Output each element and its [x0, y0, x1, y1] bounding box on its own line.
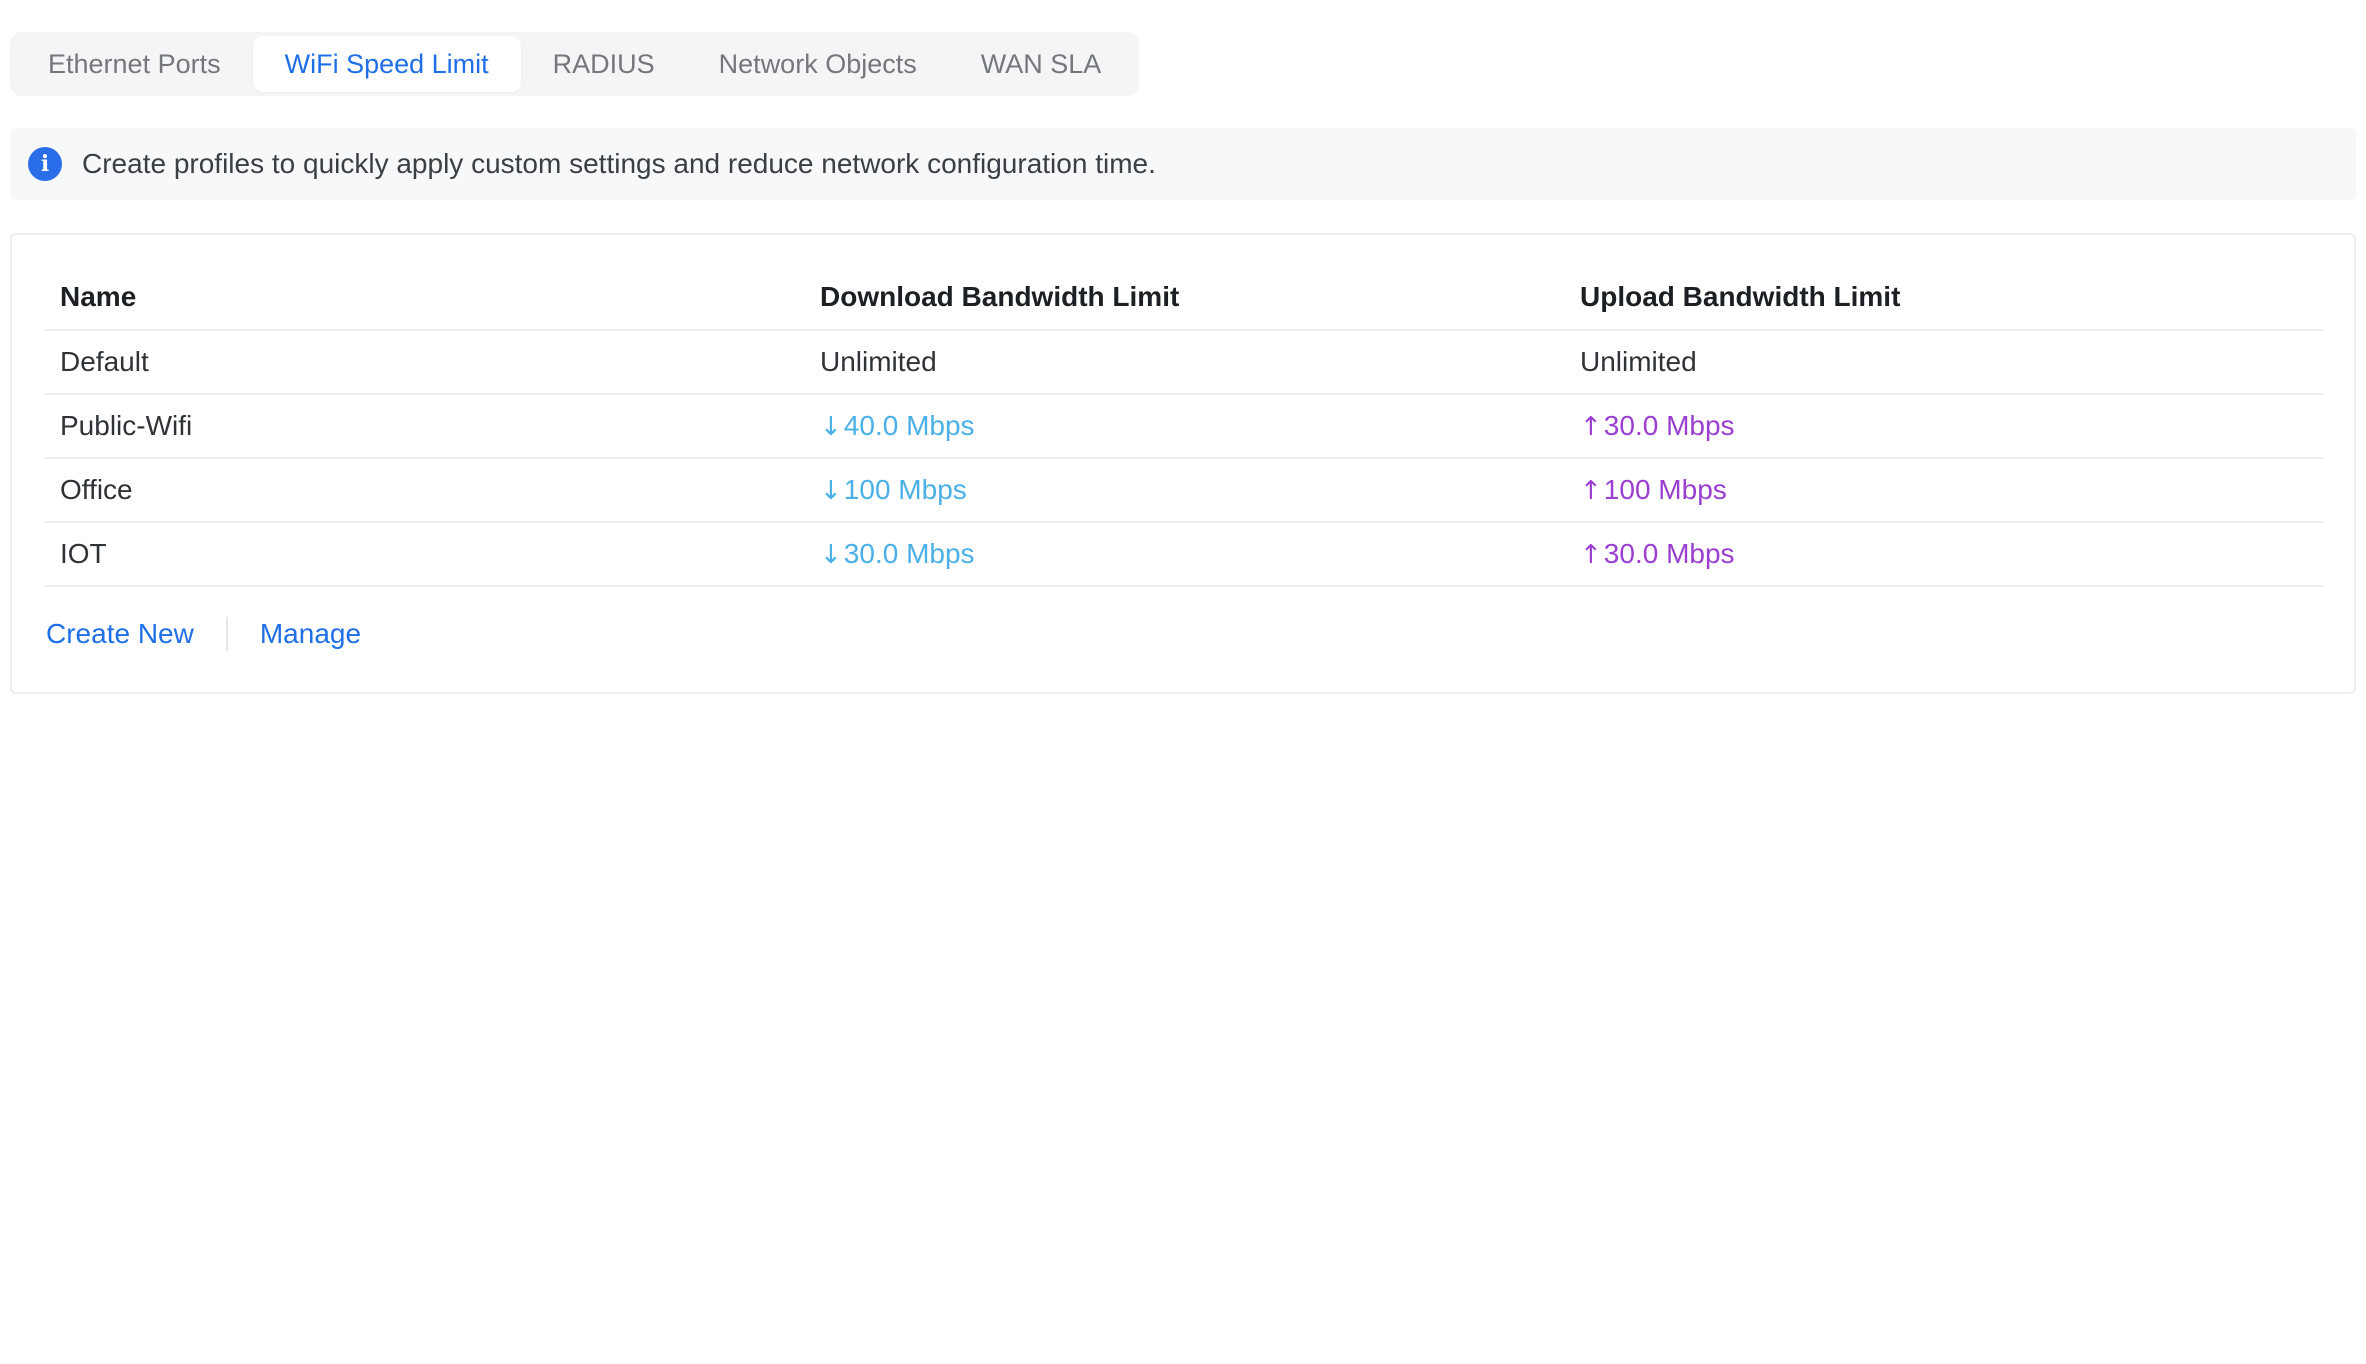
arrow-up-icon: ↑: [1580, 540, 1602, 570]
upload-limit: ↑100 Mbps: [1564, 474, 2324, 506]
create-new-link[interactable]: Create New: [46, 618, 194, 650]
tab-wan-sla[interactable]: WAN SLA: [949, 36, 1134, 92]
download-limit: ↓30.0 Mbps: [804, 538, 1564, 570]
upload-value: 30.0 Mbps: [1603, 538, 1735, 569]
download-limit: ↓40.0 Mbps: [804, 410, 1564, 442]
tab-radius[interactable]: RADIUS: [521, 36, 687, 92]
profile-name: Default: [60, 346, 149, 377]
upload-limit: ↑30.0 Mbps: [1564, 538, 2324, 570]
speed-limit-profiles-card: Name Download Bandwidth Limit Upload Ban…: [10, 233, 2356, 694]
upload-value: 30.0 Mbps: [1603, 410, 1735, 441]
download-limit: ↓100 Mbps: [804, 474, 1564, 506]
page: Ethernet Ports WiFi Speed Limit RADIUS N…: [0, 0, 2366, 1364]
table-row[interactable]: IOT ↓30.0 Mbps ↑30.0 Mbps: [44, 523, 2324, 587]
manage-link[interactable]: Manage: [260, 618, 361, 650]
column-header-download: Download Bandwidth Limit: [820, 281, 1180, 312]
download-value: 40.0 Mbps: [843, 410, 975, 441]
upload-limit: ↑30.0 Mbps: [1564, 410, 2324, 442]
profiles-table: Name Download Bandwidth Limit Upload Ban…: [44, 265, 2324, 587]
download-limit: Unlimited: [804, 346, 1564, 378]
actions-divider: [225, 617, 228, 651]
tab-network-objects[interactable]: Network Objects: [687, 36, 949, 92]
column-header-upload: Upload Bandwidth Limit: [1580, 281, 1901, 312]
info-banner: i Create profiles to quickly apply custo…: [10, 128, 2356, 200]
upload-limit: Unlimited: [1564, 346, 2324, 378]
table-row[interactable]: Default Unlimited Unlimited: [44, 331, 2324, 395]
info-banner-text: Create profiles to quickly apply custom …: [82, 148, 1156, 179]
table-actions: Create New Manage: [46, 617, 361, 651]
arrow-down-icon: ↓: [820, 476, 842, 506]
tab-ethernet-ports[interactable]: Ethernet Ports: [16, 36, 253, 92]
arrow-down-icon: ↓: [820, 540, 842, 570]
table-header-row: Name Download Bandwidth Limit Upload Ban…: [44, 265, 2324, 331]
arrow-up-icon: ↑: [1580, 476, 1602, 506]
profile-name: Office: [60, 474, 133, 505]
download-value: Unlimited: [820, 346, 937, 377]
arrow-down-icon: ↓: [820, 412, 842, 442]
upload-value: 100 Mbps: [1603, 474, 1727, 505]
table-row[interactable]: Office ↓100 Mbps ↑100 Mbps: [44, 459, 2324, 523]
tab-bar: Ethernet Ports WiFi Speed Limit RADIUS N…: [10, 32, 1140, 96]
profile-name: IOT: [60, 538, 107, 569]
column-header-name: Name: [60, 281, 137, 312]
download-value: 30.0 Mbps: [843, 538, 975, 569]
download-value: 100 Mbps: [843, 474, 967, 505]
tab-wifi-speed-limit[interactable]: WiFi Speed Limit: [252, 36, 521, 92]
profile-name: Public-Wifi: [60, 410, 193, 441]
arrow-up-icon: ↑: [1580, 412, 1602, 442]
table-row[interactable]: Public-Wifi ↓40.0 Mbps ↑30.0 Mbps: [44, 395, 2324, 459]
upload-value: Unlimited: [1580, 346, 1697, 377]
info-icon: i: [28, 147, 62, 181]
